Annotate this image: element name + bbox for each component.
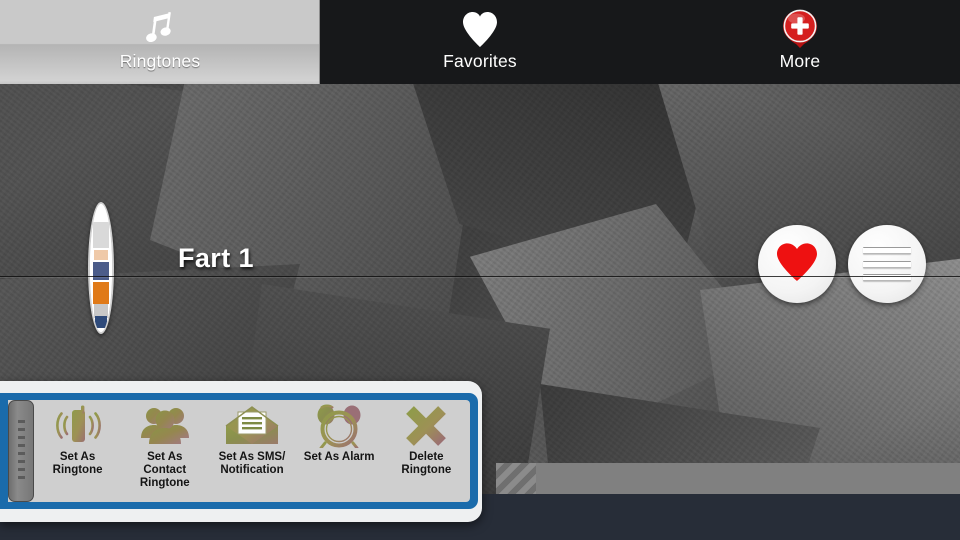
tab-label-more: More xyxy=(779,51,821,71)
x-mark-icon xyxy=(402,402,450,448)
row-title: Fart 1 xyxy=(178,243,254,273)
action-popup-body: Set As Ringtone Set As Contact Ringtone … xyxy=(8,400,470,502)
action-set-as-sms-notification[interactable]: Set As SMS/ Notification xyxy=(210,402,294,477)
alarm-clock-icon xyxy=(312,402,366,448)
action-items: Set As Ringtone Set As Contact Ringtone … xyxy=(34,400,470,502)
tab-favorites[interactable]: Favorites xyxy=(320,0,640,84)
tab-bar: Ringtones Favorites More xyxy=(0,0,960,84)
action-set-as-alarm[interactable]: Set As Alarm xyxy=(297,402,381,464)
drag-handle-icon[interactable] xyxy=(8,400,34,502)
heart-filled-icon xyxy=(460,6,500,52)
action-label: Set As SMS/ Notification xyxy=(218,451,286,476)
action-set-as-contact-ringtone[interactable]: Set As Contact Ringtone xyxy=(123,402,207,490)
action-set-as-ringtone[interactable]: Set As Ringtone xyxy=(36,402,120,477)
action-popup: Set As Ringtone Set As Contact Ringtone … xyxy=(0,381,482,522)
table-row[interactable]: Fart 1 xyxy=(0,84,960,334)
ad-banner-stripe xyxy=(496,463,536,494)
action-popup-frame: Set As Ringtone Set As Contact Ringtone … xyxy=(0,393,478,509)
music-note-icon xyxy=(143,6,177,52)
action-label: Set As Contact Ringtone xyxy=(139,451,190,489)
drag-handle-dots xyxy=(17,420,25,482)
action-delete-ringtone[interactable]: Delete Ringtone xyxy=(384,402,468,477)
action-label: Set As Ringtone xyxy=(52,451,103,476)
action-label: Set As Alarm xyxy=(303,451,375,463)
action-label: Delete Ringtone xyxy=(401,451,452,476)
red-plus-badge-icon xyxy=(780,6,820,52)
app-root: Ringtones Favorites More Fart 1 Set As R… xyxy=(0,0,960,540)
tab-label-favorites: Favorites xyxy=(443,51,517,71)
phone-ringing-icon xyxy=(51,402,105,448)
tab-more[interactable]: More xyxy=(640,0,960,84)
tab-label-ringtones: Ringtones xyxy=(119,51,201,71)
envelope-icon xyxy=(223,402,281,448)
ad-banner[interactable] xyxy=(536,463,960,494)
tab-ringtones[interactable]: Ringtones xyxy=(0,0,320,84)
contacts-group-icon xyxy=(139,402,191,448)
